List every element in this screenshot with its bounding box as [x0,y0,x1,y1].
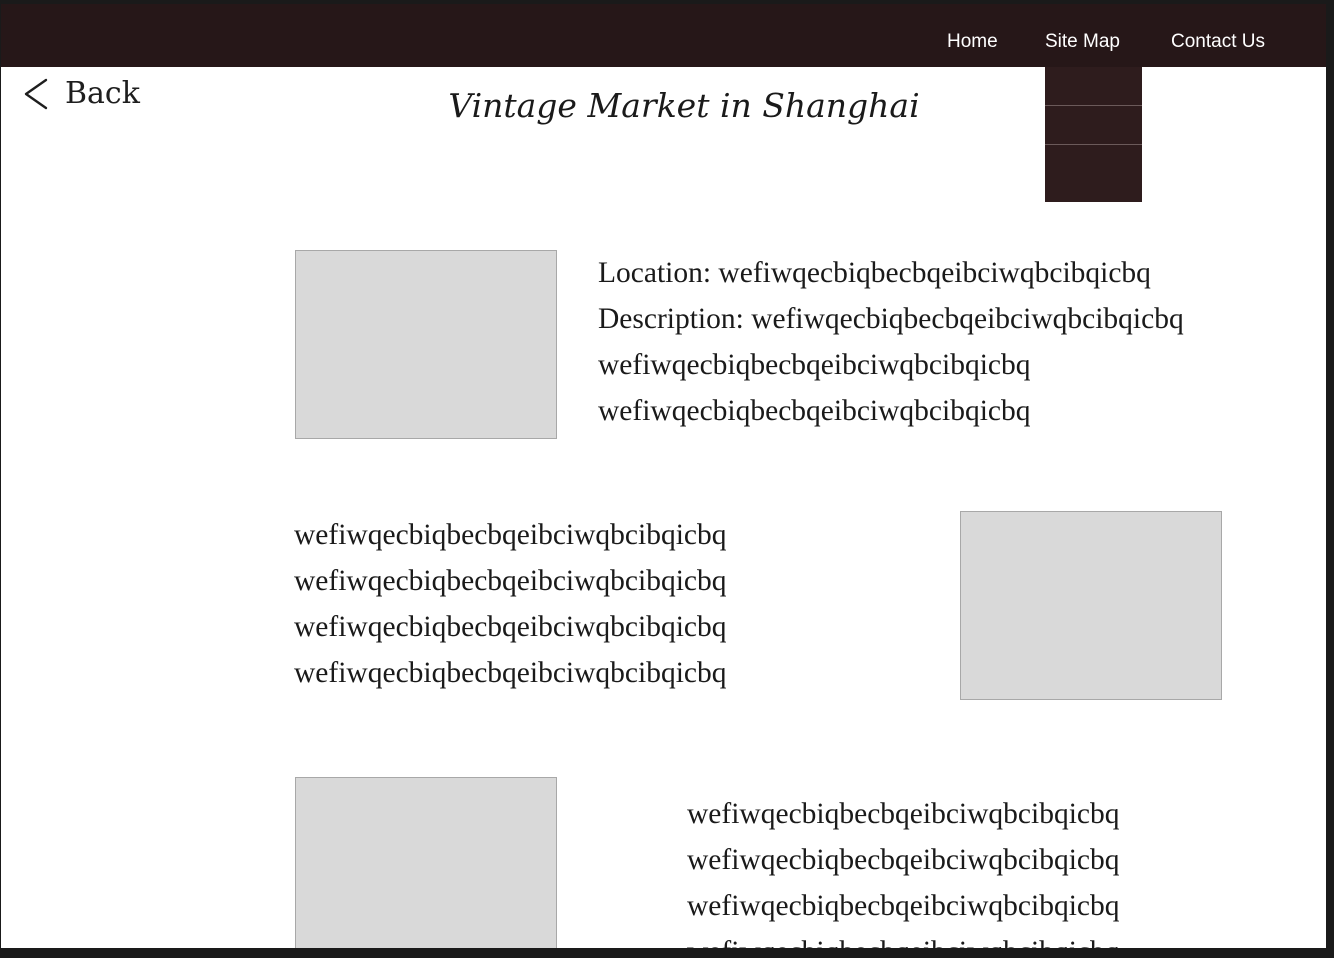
text-line: wefiwqecbiqbecbqeibciwqbcibqicbq [687,844,1120,876]
text-line: wefiwqecbiqbecbqeibciwqbcibqicbq [598,349,1031,381]
top-navbar: Home Site Map Contact Us [1,4,1326,67]
text-line: wefiwqecbiqbecbqeibciwqbcibqicbq [687,890,1120,922]
text-line: wefiwqecbiqbecbqeibciwqbcibqicbq [294,565,727,597]
text-line: wefiwqecbiqbecbqeibciwqbcibqicbq [598,395,1031,427]
description-line: Description: wefiwqecbiqbecbqeibciwqbcib… [598,303,1184,335]
nav-site-map-link[interactable]: Site Map [1045,30,1120,54]
dropdown-item[interactable] [1045,145,1142,202]
text-line: wefiwqecbiqbecbqeibciwqbcibqicbq [294,611,727,643]
nav-home-link[interactable]: Home [947,30,998,54]
image-placeholder [295,250,557,439]
text-line: wefiwqecbiqbecbqeibciwqbcibqicbq [294,519,727,551]
section-2-text: wefiwqecbiqbecbqeibciwqbcibqicbq wefiwqe… [294,512,727,696]
text-line: wefiwqecbiqbecbqeibciwqbcibqicbq [687,929,1120,948]
text-line: wefiwqecbiqbecbqeibciwqbcibqicbq [294,657,727,689]
nav-contact-us-link[interactable]: Contact Us [1171,30,1265,54]
image-placeholder [960,511,1222,700]
section-3-text: wefiwqecbiqbecbqeibciwqbcibqicbq wefiwqe… [687,791,1120,948]
section-1-text: Location: wefiwqecbiqbecbqeibciwqbcibqic… [598,250,1184,434]
text-line: wefiwqecbiqbecbqeibciwqbcibqicbq [687,798,1120,830]
page-title: Vintage Market in Shanghai [448,86,920,125]
location-line: Location: wefiwqecbiqbecbqeibciwqbcibqic… [598,257,1151,289]
image-placeholder [295,777,557,948]
page: Home Site Map Contact Us Back Vintage Ma… [1,4,1326,948]
